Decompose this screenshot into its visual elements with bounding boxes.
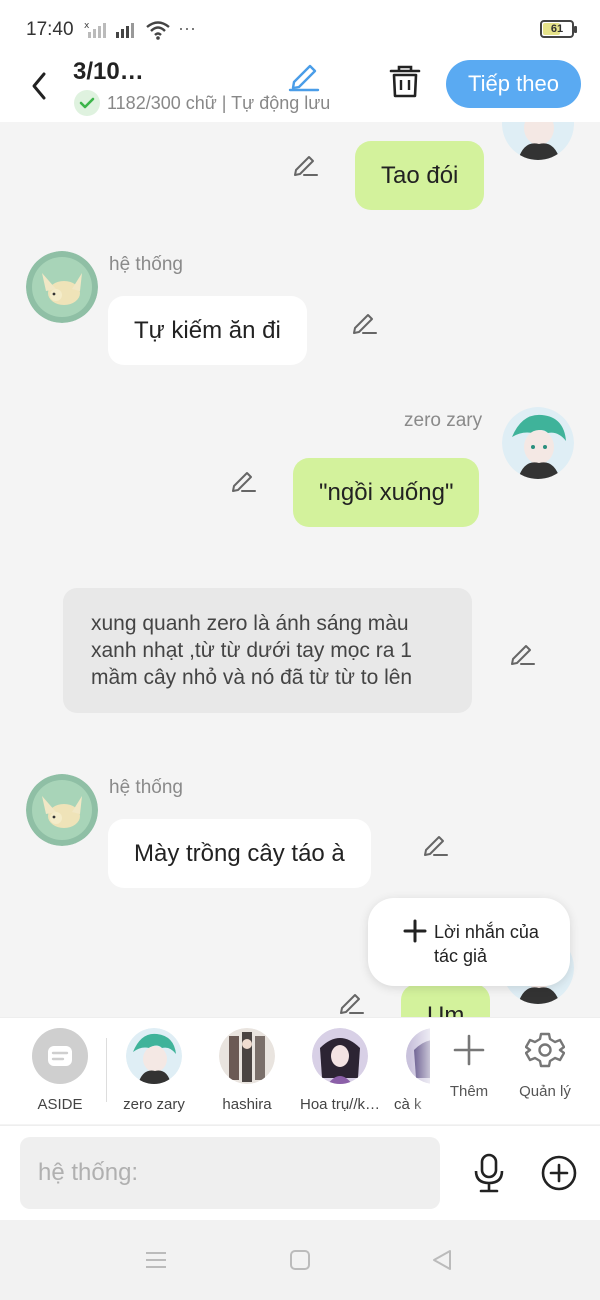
aside-icon [32, 1028, 88, 1084]
add-attachment-button[interactable] [540, 1154, 578, 1192]
divider [106, 1038, 107, 1102]
delete-button[interactable] [386, 62, 424, 100]
more-status-icon: ··· [178, 18, 196, 38]
trash-icon [389, 65, 421, 98]
edit-message-pencil-icon[interactable] [420, 830, 450, 860]
message-bubble[interactable]: Tự kiếm ăn đi [108, 296, 307, 365]
message-bubble[interactable]: Mày trồng cây táo à [108, 819, 371, 888]
svg-text:x: x [84, 21, 90, 31]
character-name: hashira [222, 1096, 272, 1113]
message-bubble[interactable]: Um [401, 984, 491, 1017]
wifi-icon [146, 21, 170, 40]
battery-percent: 61 [550, 23, 564, 35]
check-icon [74, 90, 100, 116]
avatar-he-thong[interactable] [26, 774, 98, 846]
battery-icon: 61 [540, 20, 577, 38]
plus-icon [453, 1034, 485, 1066]
edit-message-pencil-icon[interactable] [336, 988, 366, 1017]
manage-button[interactable]: Quản lý [510, 1030, 580, 1100]
cellular-signal-icon: x [84, 21, 106, 38]
avatar-zero-zary[interactable] [502, 407, 574, 479]
edit-message-pencil-icon[interactable] [507, 639, 537, 669]
edit-message-pencil-icon[interactable] [290, 150, 320, 180]
menu-icon[interactable] [144, 1248, 168, 1272]
character-name: ASIDE [37, 1096, 83, 1113]
message-input[interactable] [20, 1137, 440, 1209]
message-bubble[interactable]: Tao đói [355, 141, 485, 210]
chat-area[interactable]: Tao đói hệ thống Tự kiếm ăn đi zero zary… [0, 122, 600, 1017]
back-button[interactable] [18, 64, 58, 104]
avatar [312, 1028, 368, 1084]
sender-name: zero zary [404, 410, 483, 431]
chapter-title[interactable]: 3/10… [73, 58, 144, 86]
edit-message-pencil-icon[interactable] [228, 466, 258, 496]
plus-circle-icon [541, 1155, 577, 1191]
status-bar: 17:40 x ··· 61 [0, 0, 600, 58]
author-note-label: Lời nhắn của tác giả [434, 922, 539, 966]
author-note-button[interactable]: Lời nhắn của tác giả [368, 898, 570, 986]
message-bubble[interactable]: "ngồi xuống" [293, 458, 480, 527]
edit-message-pencil-icon[interactable] [349, 308, 379, 338]
avatar [126, 1028, 182, 1084]
gear-icon [524, 1032, 566, 1068]
voice-input-button[interactable] [470, 1152, 508, 1194]
plus-icon [403, 919, 427, 943]
home-icon[interactable] [288, 1248, 312, 1272]
status-time: 17:40 [26, 19, 74, 40]
cellular-signal-icon-2 [116, 23, 134, 38]
next-button[interactable]: Tiếp theo [446, 60, 581, 108]
edit-title-button[interactable] [286, 58, 322, 92]
add-label: Thêm [449, 1083, 489, 1100]
microphone-icon [474, 1153, 504, 1193]
avatar-zero-zary[interactable] [502, 122, 574, 160]
word-count-status: 1182/300 chữ | Tự động lưu [107, 93, 331, 113]
character-aside[interactable]: ASIDE [15, 1028, 105, 1113]
back-triangle-icon[interactable] [430, 1248, 454, 1272]
header: 3/10… 1182/300 chữ | Tự động lưu Tiếp th… [0, 58, 600, 122]
character-zero-zary[interactable]: zero zary [109, 1028, 199, 1113]
input-bar [0, 1125, 600, 1220]
avatar-he-thong[interactable] [26, 251, 98, 323]
chevron-left-icon [32, 72, 46, 100]
narration-block[interactable]: xung quanh zero là ánh sáng màu xanh nhạ… [63, 588, 472, 713]
character-bar: ASIDE zero zary hashira Hoa trụ//k… cà k… [0, 1017, 600, 1124]
character-name: zero zary [123, 1096, 185, 1113]
sender-name: hệ thống [109, 777, 183, 798]
system-nav-bar [0, 1220, 600, 1300]
add-character-button[interactable]: Thêm [434, 1030, 504, 1100]
pencil-icon [288, 64, 320, 92]
manage-label: Quản lý [519, 1083, 571, 1100]
sender-name: hệ thống [109, 254, 183, 275]
avatar [219, 1028, 275, 1084]
character-hashira[interactable]: hashira [202, 1028, 292, 1113]
